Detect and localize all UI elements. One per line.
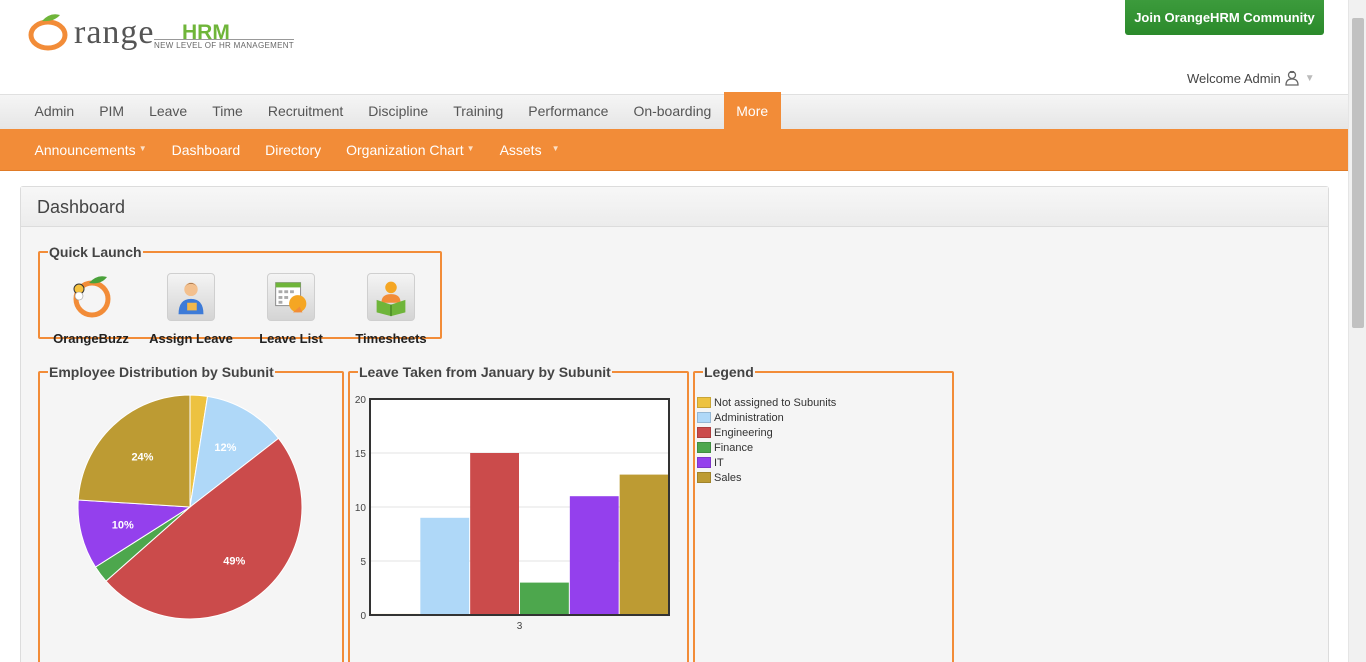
subnav-dashboard[interactable]: Dashboard — [159, 129, 253, 170]
legend-item: Engineering — [697, 425, 836, 440]
dropdown-arrow-icon: ▼ — [466, 143, 475, 153]
scrollbar-thumb[interactable] — [1352, 18, 1364, 328]
user-icon — [1285, 70, 1299, 86]
subnav-organization-chart[interactable]: Organization Chart ▼ — [334, 129, 487, 170]
subnav-announcements-label: Announcements — [34, 141, 136, 158]
nav-admin[interactable]: Admin — [22, 95, 87, 129]
quick-launch-label: OrangeBuzz — [53, 331, 129, 346]
dropdown-arrow-icon: ▼ — [138, 143, 147, 153]
pie-value-label: 49% — [223, 556, 245, 568]
nav-discipline[interactable]: Discipline — [356, 95, 441, 129]
main-nav: Admin PIM Leave Time Recruitment Discipl… — [0, 92, 1348, 130]
subnav-dashboard-label: Dashboard — [171, 141, 241, 158]
legend-label: Finance — [714, 441, 754, 454]
legend-item: IT — [697, 455, 836, 470]
subnav-assets[interactable]: Assets ▼ — [487, 129, 572, 170]
bar-sales — [619, 474, 669, 615]
legend-label: Not assigned to Subunits — [714, 396, 837, 409]
y-tick-label: 5 — [360, 557, 366, 568]
legend-widget: Legend Not assigned to Subunits Administr… — [693, 365, 954, 662]
subnav-org-chart-label: Organization Chart — [346, 141, 464, 158]
legend-item: Finance — [697, 440, 836, 455]
y-tick-label: 10 — [355, 503, 367, 514]
y-tick-label: 20 — [355, 395, 367, 406]
legend-label: Administration — [714, 411, 784, 424]
subnav-assets-label: Assets — [499, 141, 542, 158]
quick-launch-assign-leave[interactable]: Assign Leave — [146, 273, 236, 346]
orangebuzz-icon — [73, 276, 111, 318]
bar-it — [569, 496, 619, 615]
bar-administration — [420, 517, 470, 615]
bar-engineering — [470, 453, 519, 615]
pie-value-label: 24% — [131, 451, 153, 463]
leave-taken-legend: Leave Taken from January by Subunit — [359, 364, 611, 380]
quick-launch-label: Leave List — [259, 331, 323, 346]
legend-item: Sales — [697, 470, 836, 485]
legend-swatch — [697, 457, 711, 468]
quick-launch-legend: Quick Launch — [49, 244, 142, 260]
y-tick-label: 0 — [360, 611, 366, 622]
legend-title: Legend — [704, 364, 754, 380]
leave-taken-widget: Leave Taken from January by Subunit 0 5 10… — [348, 365, 689, 662]
leave-list-icon — [267, 273, 315, 321]
employee-distribution-pie-chart: 12% 49% 10% 24% — [77, 394, 303, 620]
dropdown-arrow-icon: ▼ — [551, 143, 560, 153]
page-title: Dashboard — [37, 197, 126, 217]
pie-value-label: 12% — [214, 442, 236, 454]
subnav-announcements[interactable]: Announcements ▼ — [22, 129, 159, 170]
nav-recruitment[interactable]: Recruitment — [255, 95, 355, 129]
legend-item: Not assigned to Subunits — [697, 395, 836, 410]
subnav-directory[interactable]: Directory — [253, 129, 334, 170]
nav-time[interactable]: Time — [200, 95, 256, 129]
pie-value-label: 10% — [112, 519, 134, 531]
quick-launch-orangebuzz[interactable]: OrangeBuzz — [46, 273, 136, 346]
x-tick-label: 3 — [517, 621, 523, 632]
quick-launch-label: Timesheets — [355, 331, 427, 346]
bar-finance — [520, 582, 569, 615]
timesheets-icon — [367, 273, 415, 321]
sub-nav: Announcements ▼ Dashboard Directory Organ… — [0, 129, 1348, 171]
logo-text: range — [74, 14, 155, 51]
nav-performance[interactable]: Performance — [516, 95, 621, 129]
legend-swatch — [697, 412, 711, 423]
legend-list: Not assigned to Subunits Administration En… — [697, 395, 836, 485]
welcome-text: Welcome Admin — [1187, 70, 1281, 86]
quick-launch-label: Assign Leave — [149, 331, 233, 346]
legend-swatch — [697, 397, 711, 408]
quick-launch-timesheets[interactable]: Timesheets — [346, 273, 436, 346]
nav-pim[interactable]: PIM — [87, 95, 137, 129]
orange-logo-icon — [28, 14, 68, 51]
nav-leave[interactable]: Leave — [137, 95, 200, 129]
welcome-menu[interactable]: Welcome Admin ▼ — [1187, 70, 1315, 86]
quick-launch-leave-list[interactable]: Leave List — [246, 273, 336, 346]
quick-launch: Quick Launch OrangeBuzz Assign Leave Lea… — [38, 244, 442, 346]
vertical-scrollbar[interactable] — [1348, 0, 1366, 662]
legend-label: Sales — [714, 471, 742, 484]
employee-distribution-widget: Employee Distribution by Subunit 12% 49% 1… — [38, 365, 344, 662]
assign-leave-icon — [167, 273, 215, 321]
nav-more[interactable]: More — [723, 92, 781, 130]
legend-label: Engineering — [714, 426, 773, 439]
nav-training[interactable]: Training — [441, 95, 516, 129]
y-tick-label: 15 — [355, 449, 367, 460]
logo-tagline: NEW LEVEL OF HR MANAGEMENT — [154, 39, 294, 50]
panel-header — [21, 187, 1328, 227]
join-community-button[interactable]: Join OrangeHRM Community — [1125, 0, 1324, 35]
chevron-down-icon: ▼ — [1304, 72, 1315, 84]
legend-label: IT — [714, 456, 724, 469]
header: range HRM NEW LEVEL OF HR MANAGEMENT Joi… — [0, 0, 1348, 94]
leave-taken-bar-chart: 0 5 10 15 20 3 — [355, 395, 670, 632]
employee-distribution-legend: Employee Distribution by Subunit — [49, 364, 274, 380]
orangehrm-logo[interactable]: range HRM NEW LEVEL OF HR MANAGEMENT — [28, 12, 318, 54]
nav-onboarding[interactable]: On-boarding — [621, 95, 724, 129]
legend-swatch — [697, 442, 711, 453]
legend-item: Administration — [697, 410, 836, 425]
subnav-directory-label: Directory — [265, 141, 322, 158]
legend-swatch — [697, 472, 711, 483]
legend-swatch — [697, 427, 711, 438]
